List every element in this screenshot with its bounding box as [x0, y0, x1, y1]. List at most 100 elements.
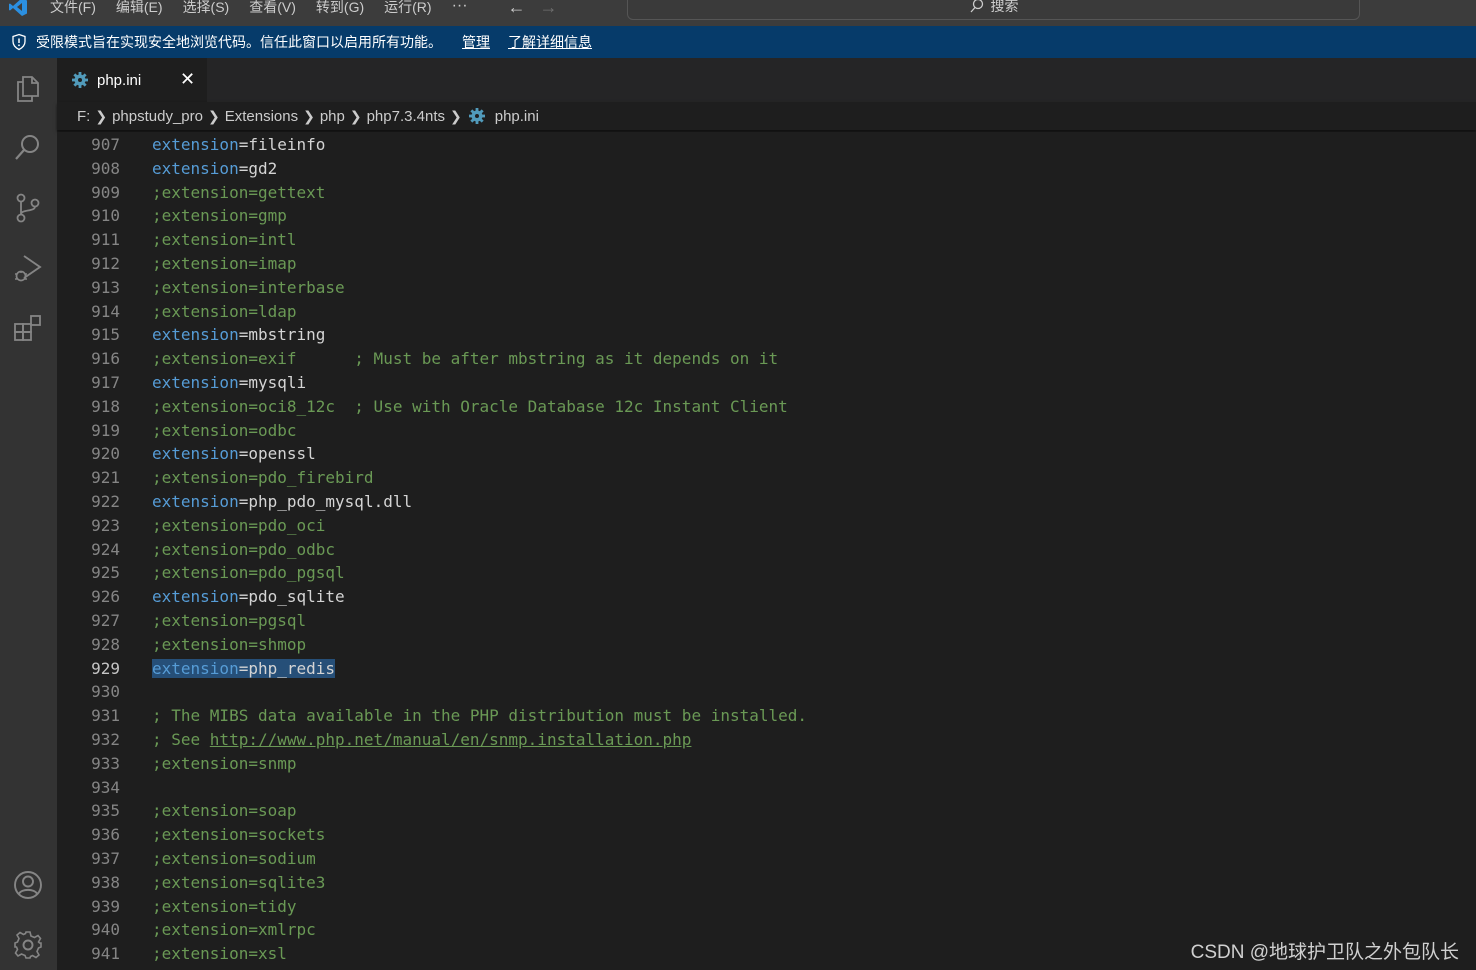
- run-debug-icon[interactable]: [12, 252, 44, 284]
- code-line[interactable]: 923 ;extension=pdo_oci: [57, 514, 1476, 538]
- code-line[interactable]: 925 ;extension=pdo_pgsql: [57, 561, 1476, 585]
- source-control-icon[interactable]: [12, 192, 44, 224]
- code-text: extension=php_pdo_mysql.dll: [152, 490, 412, 514]
- code-comment: ;extension=xsl: [152, 944, 287, 964]
- extensions-icon[interactable]: [12, 312, 44, 344]
- code-text: ;extension=pdo_firebird: [152, 466, 374, 490]
- manage-link[interactable]: 管理: [462, 32, 490, 52]
- code-line[interactable]: 913 ;extension=interbase: [57, 276, 1476, 300]
- line-number: 932: [91, 730, 120, 749]
- breadcrumb: F: ❯ phpstudy_pro ❯ Extensions ❯ php ❯ p…: [57, 102, 1476, 130]
- search-label: 搜索: [990, 0, 1019, 14]
- code-line[interactable]: 915 extension=mbstring: [57, 323, 1476, 347]
- code-line[interactable]: 914 ;extension=ldap: [57, 300, 1476, 324]
- back-arrow-icon[interactable]: ←: [508, 0, 526, 18]
- breadcrumb-folder[interactable]: Extensions: [225, 108, 298, 125]
- code-text: ;extension=sockets: [152, 823, 325, 847]
- code-keyword: extension: [152, 135, 239, 154]
- code-line[interactable]: 938 ;extension=sqlite3: [57, 871, 1476, 895]
- breadcrumb-file[interactable]: php.ini: [495, 108, 539, 125]
- code-line[interactable]: 926 extension=pdo_sqlite: [57, 585, 1476, 609]
- code-line[interactable]: 936 ;extension=sockets: [57, 823, 1476, 847]
- code-operator: =: [238, 373, 249, 392]
- code-line[interactable]: 939 ;extension=tidy: [57, 895, 1476, 919]
- code-line[interactable]: 920 extension=openssl: [57, 442, 1476, 466]
- code-text: ;extension=xsl: [152, 942, 287, 966]
- account-icon[interactable]: [12, 869, 44, 901]
- code-line[interactable]: 907 extension=fileinfo: [57, 133, 1476, 157]
- code-line[interactable]: 928 ;extension=shmop: [57, 633, 1476, 657]
- forward-arrow-icon[interactable]: →: [540, 0, 558, 18]
- learn-more-link[interactable]: 了解详细信息: [508, 32, 592, 52]
- code-line[interactable]: 930: [57, 680, 1476, 704]
- code-value: mbstring: [248, 325, 326, 345]
- menu-more-icon[interactable]: ···: [452, 0, 468, 17]
- code-line[interactable]: 911 ;extension=intl: [57, 228, 1476, 252]
- code-line[interactable]: 918 ;extension=oci8_12c ; Use with Oracle…: [57, 395, 1476, 419]
- title-bar: 文件(F) 编辑(E) 选择(S) 查看(V) 转到(G) 运行(R) ··· …: [0, 0, 1476, 26]
- code-line[interactable]: 932 ; See http://www.php.net/manual/en/sn…: [57, 728, 1476, 752]
- code-line[interactable]: 912 ;extension=imap: [57, 252, 1476, 276]
- command-center-search[interactable]: 搜索: [627, 0, 1360, 20]
- code-comment: ;extension=odbc: [152, 420, 297, 440]
- code-line[interactable]: 927 ;extension=pgsql: [57, 609, 1476, 633]
- menu-run[interactable]: 运行(R): [384, 0, 431, 17]
- line-number: 923: [91, 515, 120, 535]
- code-line[interactable]: 935 ;extension=soap: [57, 799, 1476, 823]
- breadcrumb-folder[interactable]: phpstudy_pro: [112, 108, 203, 125]
- breadcrumb-folder[interactable]: php7.3.4nts: [367, 108, 445, 125]
- tab-php-ini[interactable]: php.ini ✕: [57, 58, 207, 102]
- menu-view[interactable]: 查看(V): [249, 0, 296, 17]
- close-icon[interactable]: ✕: [180, 69, 195, 90]
- line-number: 917: [91, 373, 120, 392]
- menu-selection[interactable]: 选择(S): [183, 0, 230, 17]
- code-line[interactable]: 933 ;extension=snmp: [57, 752, 1476, 776]
- code-line[interactable]: 919 ;extension=odbc: [57, 419, 1476, 443]
- line-number: 931: [91, 706, 120, 726]
- chevron-right-icon: ❯: [303, 107, 315, 124]
- code-line[interactable]: 934: [57, 776, 1476, 800]
- code-line[interactable]: 931 ; The MIBS data available in the PHP …: [57, 704, 1476, 728]
- code-line[interactable]: 937 ;extension=sodium: [57, 847, 1476, 871]
- restricted-mode-banner: 受限模式旨在实现安全地浏览代码。信任此窗口以启用所有功能。 管理 了解详细信息: [0, 26, 1476, 58]
- code-line[interactable]: 908 extension=gd2: [57, 157, 1476, 181]
- code-value: php_pdo_mysql.dll: [248, 492, 413, 511]
- line-number: 924: [91, 539, 120, 559]
- code-comment: ;extension=shmop: [152, 634, 307, 654]
- line-number: 912: [91, 254, 120, 273]
- code-comment: ;extension=ldap: [152, 301, 297, 321]
- code-line[interactable]: 909 ;extension=gettext: [57, 181, 1476, 205]
- code-comment: ;extension=xmlrpc: [152, 920, 316, 940]
- code-line[interactable]: 910 ;extension=gmp: [57, 204, 1476, 228]
- code-text: ;extension=gmp: [152, 204, 287, 228]
- code-editor[interactable]: 907 extension=fileinfo 908 extension=gd2 909…: [57, 132, 1476, 970]
- tab-label: php.ini: [97, 71, 142, 89]
- editor-tabs: php.ini ✕: [57, 58, 1476, 102]
- code-comment-link[interactable]: http://www.php.net/manual/en/snmp.instal…: [210, 730, 692, 749]
- settings-gear-icon[interactable]: [12, 929, 44, 961]
- breadcrumb-drive[interactable]: F:: [77, 108, 90, 125]
- menu-edit[interactable]: 编辑(E): [116, 0, 163, 17]
- line-number: 940: [91, 920, 120, 940]
- menu-go[interactable]: 转到(G): [316, 0, 364, 17]
- code-comment: ;extension=tidy: [152, 896, 297, 916]
- code-line[interactable]: 922 extension=php_pdo_mysql.dll: [57, 490, 1476, 514]
- code-comment: ;extension=snmp: [152, 753, 297, 773]
- breadcrumb-folder[interactable]: php: [320, 108, 345, 125]
- code-keyword: extension: [152, 444, 239, 464]
- code-line[interactable]: 924 ;extension=pdo_odbc: [57, 538, 1476, 562]
- search-icon[interactable]: [12, 132, 44, 164]
- code-comment: ;extension=pdo_firebird: [152, 468, 374, 488]
- code-text: extension=mysqli: [152, 371, 306, 395]
- code-operator: =: [238, 158, 249, 178]
- code-text: extension=mbstring: [152, 323, 325, 347]
- code-text: ;extension=sodium: [152, 847, 316, 871]
- code-line[interactable]: 916 ;extension=exif ; Must be after mbstr…: [57, 347, 1476, 371]
- code-keyword: extension: [152, 587, 239, 607]
- code-line[interactable]: 929 extension=php_redis: [57, 657, 1476, 681]
- code-operator: =: [238, 658, 249, 678]
- explorer-icon[interactable]: [12, 72, 44, 104]
- code-line[interactable]: 917 extension=mysqli: [57, 371, 1476, 395]
- menu-file[interactable]: 文件(F): [50, 0, 96, 17]
- code-line[interactable]: 921 ;extension=pdo_firebird: [57, 466, 1476, 490]
